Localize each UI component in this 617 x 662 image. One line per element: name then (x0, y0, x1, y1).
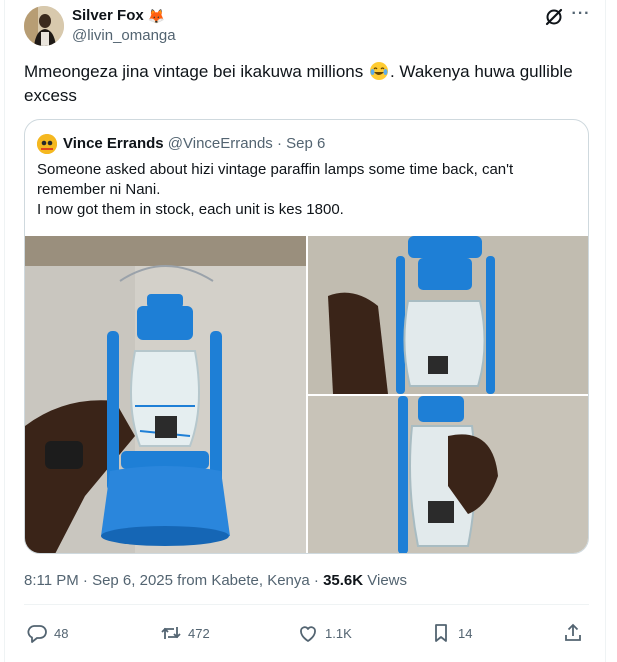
divider (24, 604, 589, 605)
lamp-photo-top-right[interactable] (308, 236, 588, 394)
quote-media-grid (25, 236, 588, 553)
bookmark-count: 14 (458, 625, 473, 641)
views-label: Views (363, 572, 408, 589)
laughing-tears-emoji (369, 61, 389, 81)
author-name-row[interactable]: Silver Fox 🦊 (72, 7, 165, 24)
bookmark-button[interactable]: 14 (430, 622, 472, 644)
lamp-photo-main[interactable] (25, 236, 306, 553)
quote-header: Vince Errands @VinceErrands · Sep 6 (63, 135, 325, 152)
like-count: 1.1K (325, 625, 352, 641)
more-icon[interactable]: ··· (569, 5, 593, 27)
reply-button[interactable]: 48 (26, 622, 68, 644)
quote-author-handle[interactable]: @VinceErrands (168, 135, 273, 152)
author-avatar[interactable] (24, 6, 64, 46)
quote-line: Someone asked about hizi vintage paraffi… (37, 161, 514, 178)
fox-emoji: 🦊 (147, 7, 166, 24)
post-text: Mmeongeza jina vintage bei ikakuwa milli… (24, 60, 594, 108)
heart-icon (297, 622, 319, 644)
lamp-photo-bottom-right[interactable] (308, 396, 588, 553)
post-meta: 8:11 PM · Sep 6, 2025 from Kabete, Kenya… (24, 572, 407, 589)
like-button[interactable]: 1.1K (297, 622, 352, 644)
quote-date[interactable]: Sep 6 (286, 135, 325, 152)
post-timestamp[interactable]: 8:11 PM · Sep 6, 2025 from Kabete, Kenya… (24, 572, 323, 589)
author-handle[interactable]: @livin_omanga (72, 27, 176, 44)
retweet-button[interactable]: 472 (160, 622, 210, 644)
quote-line: I now got them in stock, each unit is ke… (37, 201, 344, 218)
quote-separator: · (272, 135, 287, 152)
quote-author-avatar[interactable] (37, 134, 57, 154)
quote-line: remember ni Nani. (37, 181, 161, 198)
author-display-name[interactable]: Silver Fox (72, 7, 144, 24)
reply-icon (26, 622, 48, 644)
share-icon (562, 622, 584, 644)
views-count: 35.6K (323, 572, 364, 589)
share-button[interactable] (562, 622, 584, 644)
bookmark-icon (430, 622, 452, 644)
reply-count: 48 (54, 625, 69, 641)
retweet-count: 472 (188, 625, 210, 641)
quoted-post-card[interactable]: Vince Errands @VinceErrands · Sep 6 Some… (24, 119, 589, 554)
post-text-part-1: Mmeongeza jina vintage bei ikakuwa milli… (24, 62, 368, 81)
quote-author-name[interactable]: Vince Errands (63, 135, 164, 152)
grok-icon[interactable] (544, 7, 564, 27)
retweet-icon (160, 622, 182, 644)
quote-text: Someone asked about hizi vintage paraffi… (37, 160, 577, 220)
